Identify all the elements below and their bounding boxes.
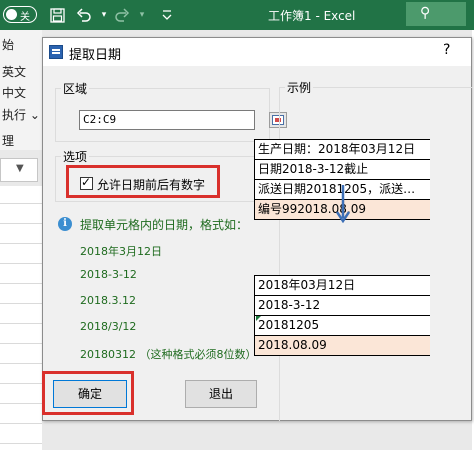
undo-dropdown-icon[interactable]: ▾: [94, 5, 114, 25]
ribbon-tab-start[interactable]: 始: [2, 36, 14, 53]
excel-title-bar: 关 ▾ ▾ 工作簿1 - Excel ⚲: [0, 0, 474, 30]
ribbon-partial: 始 英文 中文 执行 ⌄ 理: [0, 30, 42, 150]
text-number-indicator: [256, 316, 261, 321]
ok-button[interactable]: 确定: [53, 380, 127, 408]
search-icon: ⚲: [420, 5, 431, 21]
dialog-title: 提取日期: [69, 48, 122, 63]
checkmark-icon: ✓: [81, 175, 92, 189]
range-value: C2:C9: [83, 113, 117, 126]
example-after-row: 2018年03月12日: [255, 276, 430, 296]
workbook-title: 工作簿1 - Excel: [268, 9, 356, 23]
ribbon-chinese-button[interactable]: 中文: [2, 84, 26, 101]
ribbon-execute-button[interactable]: 执行 ⌄: [2, 106, 40, 123]
toggle-label: 关: [20, 12, 30, 23]
customize-qat-icon[interactable]: [157, 5, 177, 25]
autosave-toggle[interactable]: 关: [3, 6, 37, 23]
format-example-5: 20180312 （这种格式必须8位数）: [80, 348, 257, 361]
example-after-row: 2018.08.09: [255, 336, 430, 356]
exit-button[interactable]: 退出: [185, 380, 257, 408]
example-after-row: 2018-3-12: [255, 296, 430, 316]
ribbon-english-button[interactable]: 英文: [2, 63, 26, 80]
info-text: 提取单元格内的日期，格式如：: [80, 218, 249, 232]
redo-icon[interactable]: [112, 5, 132, 25]
format-example-4: 2018/3/12: [80, 320, 137, 333]
example-before-row: 日期2018-3-12截止: [255, 160, 430, 180]
region-label: 区域: [61, 80, 90, 97]
dialog-app-icon: [49, 45, 63, 59]
search-box[interactable]: ⚲: [406, 2, 466, 26]
chevron-down-icon[interactable]: ▼: [16, 163, 24, 174]
name-box[interactable]: ▼: [0, 158, 38, 182]
format-example-3: 2018.3.12: [80, 294, 136, 307]
allow-digits-checkbox[interactable]: ✓: [80, 175, 93, 190]
format-example-1: 2018年3月12日: [80, 245, 162, 258]
example-group: [279, 87, 473, 421]
help-button[interactable]: ?: [443, 42, 450, 58]
redo-dropdown-icon[interactable]: ▾: [132, 5, 152, 25]
extract-date-dialog: 提取日期 ? 区域 C2:C9 选项 ✓ 允许日期前后有数字 i 提取单元格内的…: [42, 37, 473, 421]
example-label: 示例: [285, 79, 314, 96]
allow-digits-label[interactable]: 允许日期前后有数字: [97, 176, 205, 193]
info-icon: i: [58, 217, 72, 231]
ribbon-group-label: 理: [2, 134, 15, 148]
toggle-knob: [6, 9, 17, 20]
range-input[interactable]: C2:C9: [79, 110, 287, 130]
dialog-title-bar: 提取日期 ?: [43, 38, 471, 66]
sheet-grid-partial[interactable]: [0, 186, 42, 450]
format-example-2: 2018-3-12: [80, 268, 137, 281]
save-icon[interactable]: [47, 5, 67, 25]
arrow-down-icon: [336, 185, 350, 223]
example-after-row: 20181205: [255, 316, 430, 336]
options-label: 选项: [61, 148, 90, 165]
example-before-row: 生产日期：2018年03月12日: [255, 140, 430, 160]
undo-icon[interactable]: [74, 5, 94, 25]
example-after-table: 2018年03月12日 2018-3-12 20181205 2018.08.0…: [254, 275, 430, 356]
